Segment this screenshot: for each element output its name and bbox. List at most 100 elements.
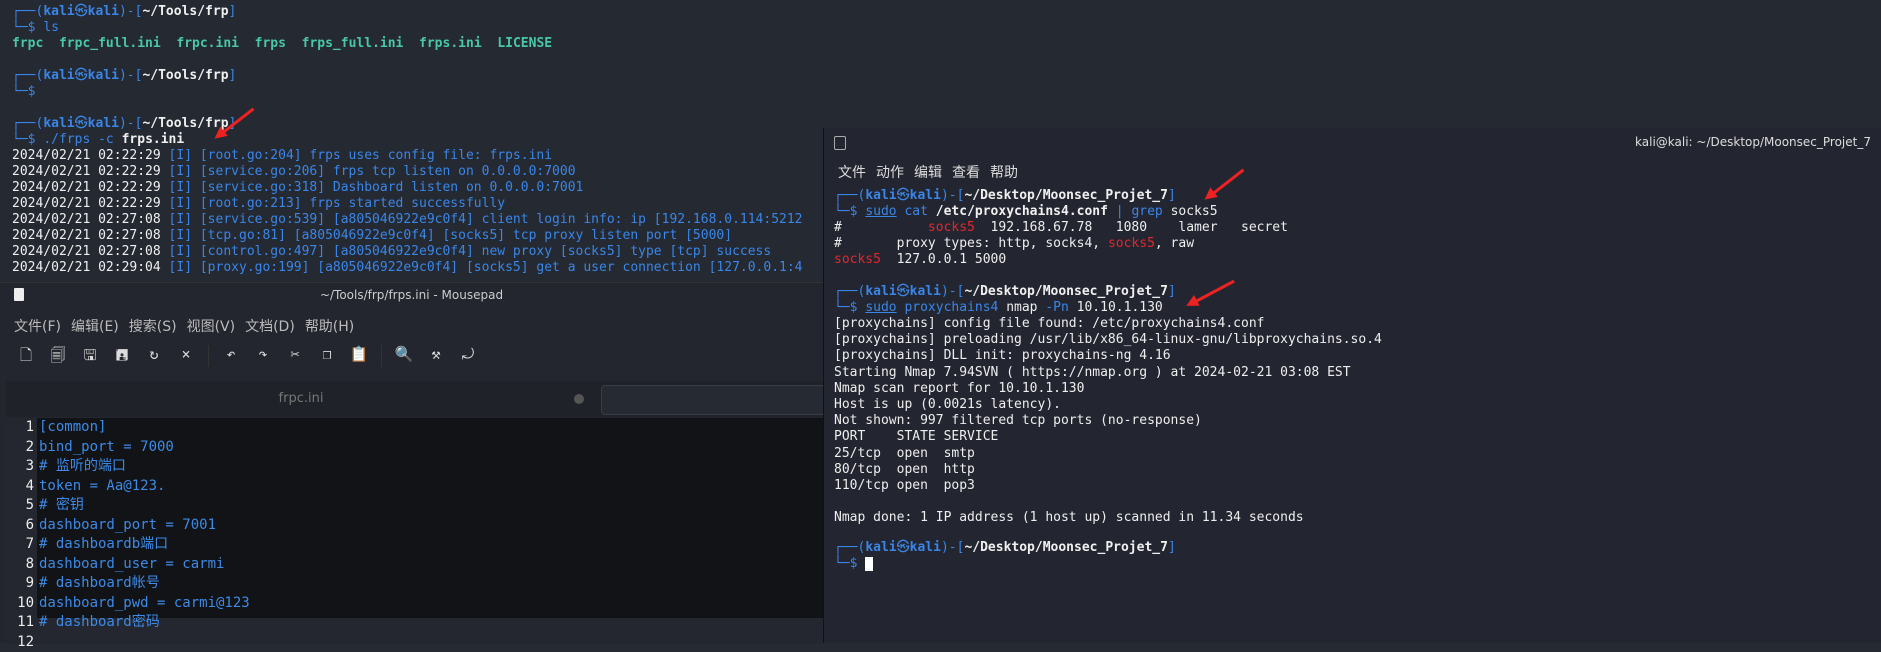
menu-edit[interactable]: 编辑(E) (71, 316, 119, 336)
find-replace-icon[interactable]: ⚒ (426, 345, 446, 370)
line-number: 6 (6, 516, 34, 536)
line-number: 2 (6, 438, 34, 458)
grep-output-line: # proxy types: http, socks4, socks5, raw (834, 236, 1194, 252)
output-line: [proxychains] preloading /usr/lib/x86_64… (834, 332, 1382, 348)
output-line: Nmap scan report for 10.10.1.130 (834, 381, 1084, 397)
prompt-line: ┌──(kali㉿kali)-[~/Desktop/Moonsec_Projet… (834, 188, 1176, 204)
output-line: Starting Nmap 7.94SVN ( https://nmap.org… (834, 365, 1351, 381)
prompt-line: ┌──(kali㉿kali)-[~/Desktop/Moonsec_Projet… (834, 284, 1176, 300)
log-line: 2024/02/21 02:22:29 [I] [service.go:206]… (12, 164, 576, 180)
menu-action[interactable]: 动作 (876, 162, 904, 182)
proxychains-terminal[interactable]: kali@kali: ~/Desktop/Moonsec_Projet_7 文件… (823, 128, 1881, 643)
code-line: [common] (39, 418, 106, 438)
code-line: # dashboardb端口 (39, 535, 168, 555)
menu-edit[interactable]: 编辑 (914, 162, 942, 182)
window-title: ~/Tools/frp/frps.ini - Mousepad (0, 283, 823, 307)
prompt-line: ┌──(kali㉿kali)-[~/Tools/frp] (12, 4, 236, 20)
command-line: └─$ sudo proxychains4 nmap -Pn 10.10.1.1… (834, 300, 1163, 316)
line-number: 11 (6, 613, 34, 633)
code-line: dashboard_user = carmi (39, 555, 224, 575)
command-line: └─$ (12, 84, 43, 100)
output-line: Nmap done: 1 IP address (1 host up) scan… (834, 510, 1304, 526)
command-line: └─$ sudo cat /etc/proxychains4.conf | gr… (834, 204, 1218, 220)
title-bar: kali@kali: ~/Desktop/Moonsec_Projet_7 (824, 128, 1881, 158)
close-icon[interactable]: × (176, 345, 196, 370)
log-line: 2024/02/21 02:29:04 [I] [proxy.go:199] [… (12, 260, 803, 276)
output-line: [proxychains] DLL init: proxychains-ng 4… (834, 348, 1171, 364)
line-number: 12 (6, 633, 34, 652)
command-line: └─$ ls (12, 20, 59, 36)
tab-frpc-ini[interactable]: frpc.ini (6, 381, 596, 417)
line-number: 9 (6, 574, 34, 594)
menu-bar: 文件(F) 编辑(E) 搜索(S) 视图(V) 文档(D) 帮助(H) (14, 316, 354, 336)
line-number: 7 (6, 535, 34, 555)
undo-icon[interactable]: ↶ (221, 345, 241, 370)
annotation-arrow (1207, 169, 1244, 199)
line-number: 8 (6, 555, 34, 575)
menu-view[interactable]: 视图(V) (187, 316, 236, 336)
prompt-line: ┌──(kali㉿kali)-[~/Desktop/Moonsec_Projet… (834, 540, 1176, 556)
new-document-icon[interactable]: 🗋 (16, 345, 36, 370)
code-line: token = Aa@123. (39, 477, 165, 497)
grep-output-line: socks5 127.0.0.1 5000 (834, 252, 1006, 268)
menu-help[interactable]: 帮助 (990, 162, 1018, 182)
save-icon[interactable]: 🖫 (80, 345, 100, 370)
open-document-icon[interactable]: 🗐 (48, 345, 68, 370)
tab-frps-ini[interactable] (601, 385, 841, 415)
code-line: dashboard_pwd = carmi@123 (39, 594, 250, 614)
output-line: 110/tcp open pop3 (834, 478, 975, 494)
line-number: 3 (6, 457, 34, 477)
log-line: 2024/02/21 02:22:29 [I] [service.go:318]… (12, 180, 583, 196)
log-line: 2024/02/21 02:27:08 [I] [control.go:497]… (12, 244, 771, 260)
code-line: bind_port = 7000 (39, 438, 174, 458)
output-line: Not shown: 997 filtered tcp ports (no-re… (834, 413, 1202, 429)
line-number: 5 (6, 496, 34, 516)
line-number: 1 (6, 418, 34, 438)
output-line: Host is up (0.0021s latency). (834, 397, 1061, 413)
redo-icon[interactable]: ↷ (253, 345, 273, 370)
cut-icon[interactable]: ✂ (285, 345, 305, 370)
tab-bar: frpc.ini (6, 381, 823, 417)
command-line: └─$ ./frps -c frps.ini (12, 132, 184, 148)
grep-output-line: # socks5 192.168.67.78 1080 lamer secret (834, 220, 1288, 236)
code-line: # dashboard帐号 (39, 574, 160, 594)
code-line: dashboard_port = 7001 (39, 516, 216, 536)
menu-bar: 文件 动作 编辑 查看 帮助 (838, 162, 1018, 182)
command-line[interactable]: └─$ (834, 556, 873, 572)
log-line: 2024/02/21 02:27:08 [I] [service.go:539]… (12, 212, 803, 228)
mousepad-window: ~/Tools/frp/frps.ini - Mousepad 文件(F) 编辑… (0, 282, 823, 643)
log-line: 2024/02/21 02:27:08 [I] [tcp.go:81] [a80… (12, 228, 732, 244)
annotation-arrow (1189, 280, 1235, 306)
line-number: 10 (6, 594, 34, 614)
output-line: 80/tcp open http (834, 462, 975, 478)
goto-icon[interactable]: ⤾ (458, 345, 478, 370)
paste-icon[interactable]: 📋 (349, 345, 369, 370)
prompt-line: ┌──(kali㉿kali)-[~/Tools/frp] (12, 68, 236, 84)
prompt-line: ┌──(kali㉿kali)-[~/Tools/frp] (12, 116, 236, 132)
code-line: # 监听的端口 (39, 457, 126, 477)
tab-modified-dot (574, 394, 584, 404)
menu-view[interactable]: 查看 (952, 162, 980, 182)
reload-icon[interactable]: ↻ (144, 345, 164, 370)
output-line: 25/tcp open smtp (834, 446, 975, 462)
menu-help[interactable]: 帮助(H) (305, 316, 354, 336)
log-line: 2024/02/21 02:22:29 [I] [root.go:213] fr… (12, 196, 505, 212)
output-line: [proxychains] config file found: /etc/pr… (834, 316, 1264, 332)
window-title: kali@kali: ~/Desktop/Moonsec_Projet_7 (1635, 135, 1871, 149)
menu-document[interactable]: 文档(D) (245, 316, 295, 336)
terminal-icon (834, 136, 846, 150)
output-line: PORT STATE SERVICE (834, 429, 998, 445)
menu-file[interactable]: 文件 (838, 162, 866, 182)
toolbar-separator (208, 345, 209, 367)
log-line: 2024/02/21 02:22:29 [I] [root.go:204] fr… (12, 148, 552, 164)
save-as-icon[interactable]: 🖪 (112, 345, 132, 370)
code-line: # dashboard密码 (39, 613, 160, 633)
search-icon[interactable]: 🔍 (394, 345, 414, 370)
text-editor[interactable]: 1[common]2bind_port = 70003# 监听的端口4token… (6, 418, 823, 644)
ls-output: frpc frpc_full.ini frpc.ini frps frps_fu… (12, 36, 552, 52)
menu-search[interactable]: 搜索(S) (129, 316, 177, 336)
line-number: 4 (6, 477, 34, 497)
copy-icon[interactable]: ❐ (317, 345, 337, 370)
text-cursor (865, 557, 873, 571)
menu-file[interactable]: 文件(F) (14, 316, 61, 336)
